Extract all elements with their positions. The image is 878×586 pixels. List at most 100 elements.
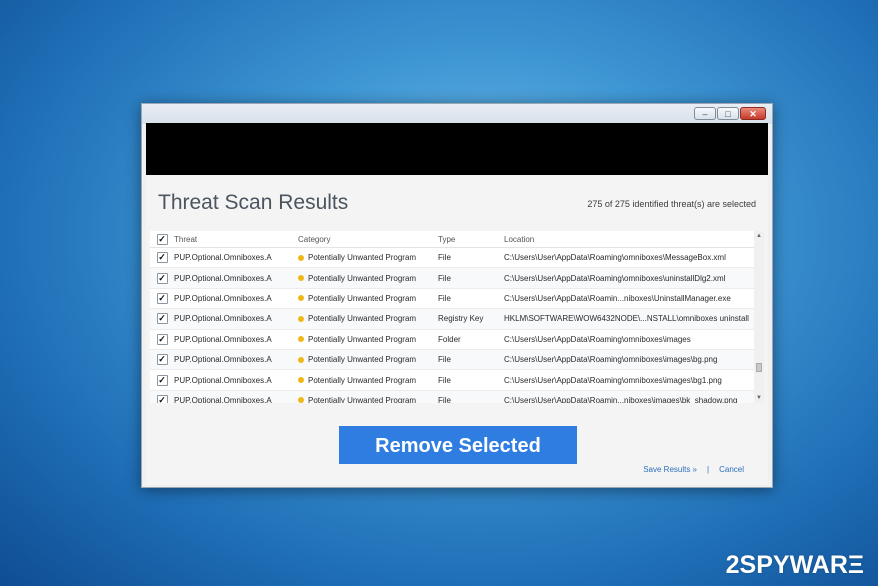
row-checkbox[interactable]: ✓ bbox=[156, 354, 168, 366]
threat-category: Potentially Unwanted Program bbox=[298, 314, 438, 323]
threat-type: File bbox=[438, 293, 451, 303]
row-checkbox-cell[interactable]: ✓ bbox=[150, 252, 174, 264]
table-body: ✓ PUP.Optional.Omniboxes.A Potentially Unw… bbox=[150, 248, 754, 403]
threat-location: C:\Users\User\AppData\Roamin...niboxes\i… bbox=[504, 395, 738, 403]
header-type[interactable]: Type bbox=[438, 235, 504, 244]
maximize-button[interactable]: □ bbox=[717, 107, 739, 120]
table-scrollbar[interactable]: ▲ ▼ bbox=[754, 231, 764, 403]
threat-name: PUP.Optional.Omniboxes.A bbox=[174, 293, 272, 303]
threat-type: File bbox=[438, 395, 451, 403]
footer-links: Save Results » | Cancel bbox=[643, 465, 744, 474]
scan-results-window: – □ ✕ Threat Scan Results 275 of 275 ide… bbox=[141, 103, 773, 488]
link-separator: | bbox=[707, 465, 710, 474]
row-checkbox[interactable]: ✓ bbox=[156, 252, 168, 264]
row-checkbox[interactable]: ✓ bbox=[156, 374, 168, 386]
threat-name: PUP.Optional.Omniboxes.A bbox=[174, 355, 272, 365]
minimize-button[interactable]: – bbox=[694, 107, 716, 120]
category-label: Potentially Unwanted Program bbox=[308, 395, 417, 403]
category-label: Potentially Unwanted Program bbox=[308, 334, 417, 344]
threat-location: C:\Users\User\AppData\Roaming\omniboxes\… bbox=[504, 334, 691, 344]
table-row[interactable]: ✓ PUP.Optional.Omniboxes.A Potentially Unw… bbox=[150, 309, 754, 330]
watermark-logo: 2SPYWARΞ bbox=[725, 551, 864, 579]
row-checkbox-cell[interactable]: ✓ bbox=[150, 374, 174, 386]
row-checkbox[interactable]: ✓ bbox=[156, 272, 168, 284]
threat-name: PUP.Optional.Omniboxes.A bbox=[174, 253, 272, 263]
page-title: Threat Scan Results bbox=[158, 191, 349, 214]
title-bar: – □ ✕ bbox=[142, 104, 772, 124]
threat-type: File bbox=[438, 375, 451, 385]
threat-name: PUP.Optional.Omniboxes.A bbox=[174, 375, 272, 385]
window-controls: – □ ✕ bbox=[694, 107, 766, 120]
category-label: Potentially Unwanted Program bbox=[308, 314, 417, 324]
threat-category: Potentially Unwanted Program bbox=[298, 274, 438, 283]
row-checkbox[interactable]: ✓ bbox=[156, 333, 168, 345]
scroll-down-icon[interactable]: ▼ bbox=[755, 394, 763, 402]
threat-category: Potentially Unwanted Program bbox=[298, 294, 438, 303]
threat-category: Potentially Unwanted Program bbox=[298, 253, 438, 262]
row-checkbox-cell[interactable]: ✓ bbox=[150, 354, 174, 366]
row-checkbox-cell[interactable]: ✓ bbox=[150, 272, 174, 284]
table-row[interactable]: ✓ PUP.Optional.Omniboxes.A Potentially Unw… bbox=[150, 268, 754, 289]
threat-category: Potentially Unwanted Program bbox=[298, 376, 438, 385]
table-row[interactable]: ✓ PUP.Optional.Omniboxes.A Potentially Unw… bbox=[150, 248, 754, 269]
table-row[interactable]: ✓ PUP.Optional.Omniboxes.A Potentially Unw… bbox=[150, 289, 754, 310]
category-dot-icon bbox=[298, 315, 304, 322]
threat-category: Potentially Unwanted Program bbox=[298, 396, 438, 403]
threat-type: Registry Key bbox=[438, 314, 484, 324]
category-dot-icon bbox=[298, 295, 304, 302]
category-label: Potentially Unwanted Program bbox=[308, 273, 417, 283]
category-label: Potentially Unwanted Program bbox=[308, 355, 417, 365]
main-content: Threat Scan Results 275 of 275 identifie… bbox=[146, 175, 768, 485]
threat-location: C:\Users\User\AppData\Roamin...niboxes\U… bbox=[504, 293, 731, 303]
row-checkbox-cell[interactable]: ✓ bbox=[150, 313, 174, 325]
row-checkbox-cell[interactable]: ✓ bbox=[150, 292, 174, 304]
table-header: ✓ Threat Category Type Location bbox=[150, 231, 754, 248]
row-checkbox-cell[interactable]: ✓ bbox=[150, 394, 174, 403]
table-row[interactable]: ✓ PUP.Optional.Omniboxes.A Potentially Unw… bbox=[150, 370, 754, 391]
threat-location: HKLM\SOFTWARE\WOW6432NODE\...NSTALL\omni… bbox=[504, 314, 749, 324]
threat-type: File bbox=[438, 355, 451, 365]
threat-location: C:\Users\User\AppData\Roaming\omniboxes\… bbox=[504, 375, 722, 385]
category-dot-icon bbox=[298, 356, 304, 363]
threat-category: Potentially Unwanted Program bbox=[298, 355, 438, 364]
threats-table: ✓ Threat Category Type Location ✓ PUP.Opt… bbox=[150, 231, 754, 403]
scroll-up-icon[interactable]: ▲ bbox=[755, 232, 763, 240]
threat-location: C:\Users\User\AppData\Roaming\omniboxes\… bbox=[504, 273, 726, 283]
category-label: Potentially Unwanted Program bbox=[308, 293, 417, 303]
header-threat[interactable]: Threat bbox=[174, 235, 298, 244]
header-category[interactable]: Category bbox=[298, 235, 438, 244]
table-row[interactable]: ✓ PUP.Optional.Omniboxes.A Potentially Unw… bbox=[150, 390, 754, 403]
row-checkbox[interactable]: ✓ bbox=[156, 394, 168, 403]
category-dot-icon bbox=[298, 377, 304, 384]
save-results-link[interactable]: Save Results » bbox=[643, 465, 697, 474]
select-all-checkbox-cell[interactable]: ✓ bbox=[150, 233, 174, 245]
table-row[interactable]: ✓ PUP.Optional.Omniboxes.A Potentially Unw… bbox=[150, 349, 754, 371]
row-checkbox[interactable]: ✓ bbox=[156, 313, 168, 325]
threat-name: PUP.Optional.Omniboxes.A bbox=[174, 314, 272, 324]
close-button[interactable]: ✕ bbox=[740, 107, 766, 120]
threat-name: PUP.Optional.Omniboxes.A bbox=[174, 334, 272, 344]
cancel-link[interactable]: Cancel bbox=[719, 465, 744, 474]
header-banner bbox=[146, 123, 768, 175]
category-dot-icon bbox=[298, 336, 304, 343]
scroll-thumb[interactable] bbox=[756, 363, 762, 372]
select-all-checkbox[interactable]: ✓ bbox=[156, 233, 168, 245]
threat-category: Potentially Unwanted Program bbox=[298, 335, 438, 344]
category-dot-icon bbox=[298, 254, 304, 261]
remove-selected-button[interactable]: Remove Selected bbox=[339, 426, 577, 464]
selection-count: 275 of 275 identified threat(s) are sele… bbox=[587, 199, 756, 209]
threat-type: File bbox=[438, 273, 451, 283]
category-dot-icon bbox=[298, 397, 304, 403]
row-checkbox[interactable]: ✓ bbox=[156, 292, 168, 304]
threat-location: C:\Users\User\AppData\Roaming\omniboxes\… bbox=[504, 253, 726, 263]
threat-type: Folder bbox=[438, 334, 461, 344]
threat-name: PUP.Optional.Omniboxes.A bbox=[174, 273, 272, 283]
category-label: Potentially Unwanted Program bbox=[308, 375, 417, 385]
row-checkbox-cell[interactable]: ✓ bbox=[150, 333, 174, 345]
threat-type: File bbox=[438, 253, 451, 263]
table-row[interactable]: ✓ PUP.Optional.Omniboxes.A Potentially Unw… bbox=[150, 330, 754, 350]
threat-name: PUP.Optional.Omniboxes.A bbox=[174, 395, 272, 403]
threat-location: C:\Users\User\AppData\Roaming\omniboxes\… bbox=[504, 355, 718, 365]
category-label: Potentially Unwanted Program bbox=[308, 253, 417, 263]
header-location[interactable]: Location bbox=[504, 235, 754, 244]
